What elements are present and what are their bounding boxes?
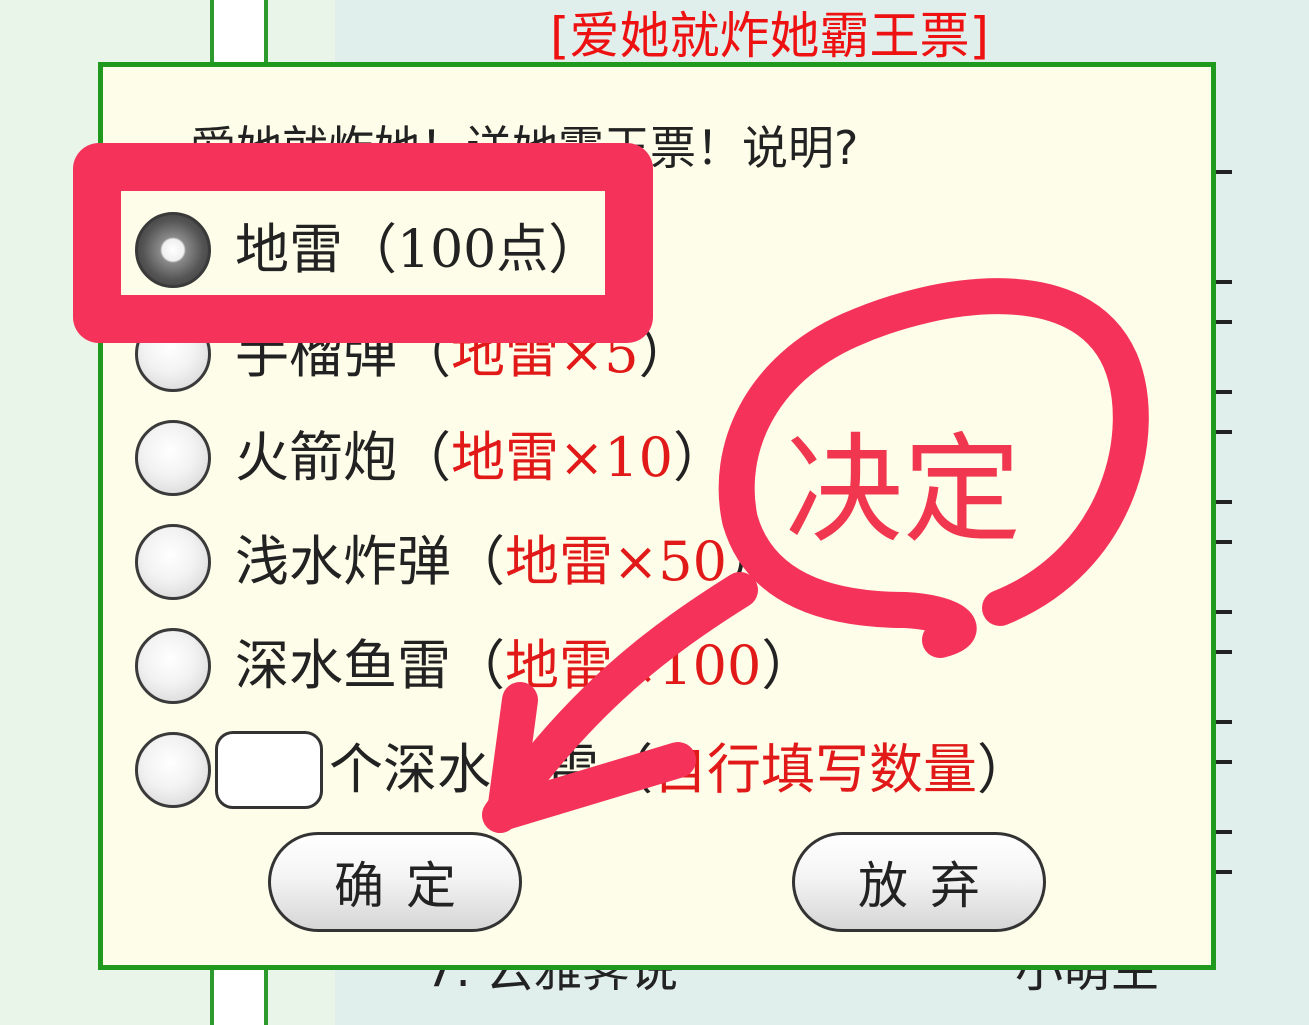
annotation-text: 决定 [785,421,1022,559]
option-label: 浅水炸弹 [235,530,451,593]
option-label: 火箭炮 [235,426,397,489]
option-custom-torpedo[interactable]: 个深水鱼雷 （ 自行填写数量 ） [135,728,1031,812]
radio-rocket[interactable] [135,420,211,496]
option-label: 深水鱼雷 [235,634,451,697]
highlight-box [73,143,653,343]
option-torpedo[interactable]: 深水鱼雷 （ 地雷×100 ） [135,624,815,708]
option-paren-open: （ [451,530,505,593]
option-equivalent: 地雷×10 [451,426,673,489]
cancel-button[interactable]: 放弃 [792,832,1046,932]
option-paren-open: （ [451,634,505,697]
confirm-button[interactable]: 确定 [268,832,522,932]
option-rocket[interactable]: 火箭炮 （ 地雷×10 ） [135,416,727,500]
option-paren-close: ） [761,634,816,697]
radio-torpedo[interactable] [135,628,211,704]
option-shallow-bomb[interactable]: 浅水炸弹 （ 地雷×50 ） [135,520,781,604]
option-paren-close: ） [977,738,1031,801]
background-title: [爱她就炸她霸王票] [550,7,990,65]
option-paren-open: （ [397,426,451,489]
option-equivalent: 地雷×100 [505,634,762,697]
option-paren-open: （ [599,738,653,801]
option-paren-close: ） [672,426,727,489]
radio-shallow-bomb[interactable] [135,524,211,600]
option-equivalent: 地雷×50 [505,530,727,593]
option-equivalent: 自行填写数量 [653,738,977,801]
option-paren-close: ） [726,530,781,593]
radio-custom-torpedo[interactable] [135,732,211,808]
option-label: 个深水鱼雷 [329,738,599,801]
background-list-markers [1214,170,1244,910]
torpedo-quantity-input[interactable] [215,731,323,809]
